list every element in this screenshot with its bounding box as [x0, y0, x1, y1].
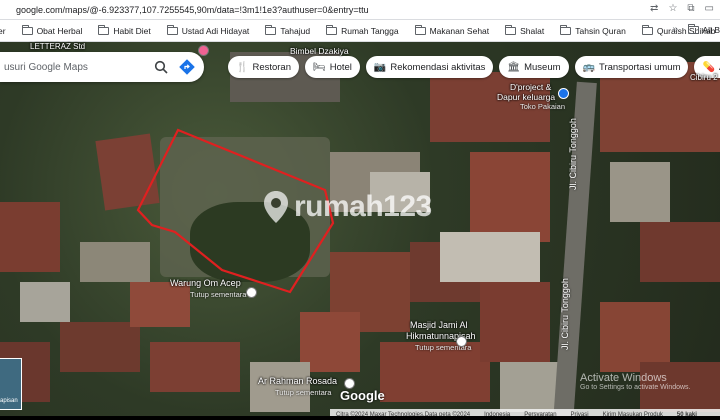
activate-windows-watermark: Activate Windows Go to Settings to activ…	[580, 372, 691, 391]
google-logo: Google	[340, 388, 385, 403]
place-label-masjid[interactable]: Masjid Jami Al	[410, 320, 468, 330]
shopping-bag-pin-icon[interactable]	[558, 88, 569, 99]
road-label-cibiru-tonggoh-bottom: Jl. Cibiru Tonggoh	[560, 278, 570, 350]
watermark-pin-icon	[264, 191, 288, 223]
camera-icon: 📷	[373, 61, 387, 73]
place-label-cibiru2[interactable]: Cibiru 2	[690, 73, 718, 82]
place-pin-warung[interactable]	[246, 287, 257, 298]
layers-label: apisan	[0, 398, 18, 404]
road-label-cibiru-tonggoh-top: Jl. Cibiru Tonggoh	[568, 118, 578, 190]
search-box[interactable]: usuri Google Maps	[0, 52, 204, 82]
place-label-ar-rahman[interactable]: Ar Rahman Rosada	[258, 376, 337, 386]
chip-transportasi-umum[interactable]: 🚌 Transportasi umum	[574, 56, 689, 78]
bottom-strip	[0, 416, 720, 420]
place-label-warung[interactable]: Warung Om Acep	[170, 278, 241, 288]
place-label-dproject[interactable]: D'project &	[510, 82, 551, 92]
watermark: rumah123	[262, 190, 432, 224]
watermark-text: rumah123	[294, 190, 432, 223]
place-pin-masjid[interactable]	[456, 336, 467, 347]
category-chips: 🍴 Restoran 🛏 Hotel 📷 Rekomendasi aktivitas …	[228, 56, 720, 78]
activate-windows-subtitle: Go to Settings to activate Windows.	[580, 384, 691, 391]
place-status-warung: Tutup sementara	[190, 290, 247, 299]
place-pin-bimbel[interactable]	[198, 45, 209, 56]
place-label-bimbel[interactable]: Bimbel Dzakiya	[290, 46, 349, 56]
search-icon[interactable]	[152, 58, 170, 76]
museum-icon: 🏛	[507, 61, 521, 73]
chip-museum[interactable]: 🏛 Museum	[499, 56, 569, 78]
bed-icon: 🛏	[313, 61, 326, 73]
place-label-toko[interactable]: Toko Pakaian	[520, 102, 565, 111]
chip-restoran[interactable]: 🍴 Restoran	[228, 56, 300, 78]
place-label-letteraz[interactable]: LETTERAZ Std	[30, 42, 85, 51]
activate-windows-title: Activate Windows	[580, 372, 667, 384]
directions-icon[interactable]	[178, 58, 196, 76]
bus-icon: 🚌	[582, 61, 595, 73]
chip-hotel[interactable]: 🛏 Hotel	[305, 56, 360, 78]
pharmacy-icon: 💊	[702, 61, 715, 73]
chip-rekomendasi-aktivitas[interactable]: 📷 Rekomendasi aktivitas	[365, 56, 494, 78]
search-input[interactable]: usuri Google Maps	[4, 62, 152, 73]
fork-knife-icon: 🍴	[236, 61, 249, 73]
place-label-dapur[interactable]: Dapur keluarga	[497, 92, 555, 102]
place-status-ar-rahman: Tutup sementara	[275, 388, 332, 397]
